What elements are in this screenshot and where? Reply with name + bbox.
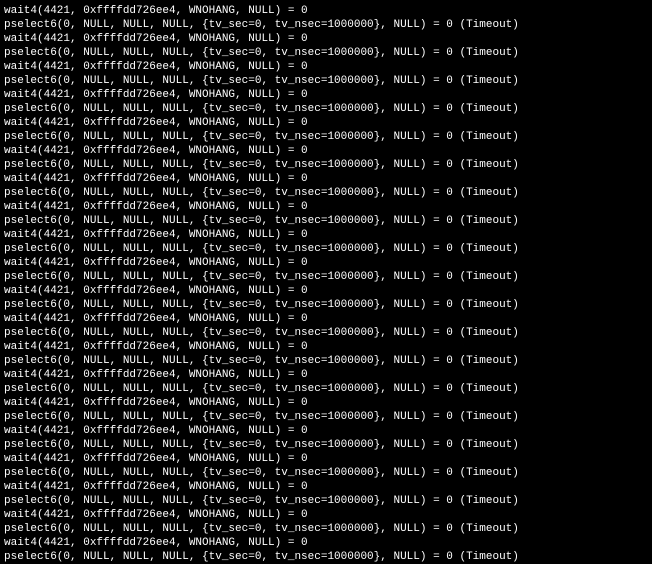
strace-pselect6-line: pselect6(0, NULL, NULL, NULL, {tv_sec=0,… bbox=[4, 522, 648, 536]
strace-wait4-line: wait4(4421, 0xffffdd726ee4, WNOHANG, NUL… bbox=[4, 256, 648, 270]
strace-wait4-line: wait4(4421, 0xffffdd726ee4, WNOHANG, NUL… bbox=[4, 228, 648, 242]
strace-wait4-line: wait4(4421, 0xffffdd726ee4, WNOHANG, NUL… bbox=[4, 508, 648, 522]
strace-wait4-line: wait4(4421, 0xffffdd726ee4, WNOHANG, NUL… bbox=[4, 116, 648, 130]
strace-wait4-line: wait4(4421, 0xffffdd726ee4, WNOHANG, NUL… bbox=[4, 396, 648, 410]
strace-wait4-line: wait4(4421, 0xffffdd726ee4, WNOHANG, NUL… bbox=[4, 340, 648, 354]
strace-wait4-line: wait4(4421, 0xffffdd726ee4, WNOHANG, NUL… bbox=[4, 88, 648, 102]
strace-wait4-line: wait4(4421, 0xffffdd726ee4, WNOHANG, NUL… bbox=[4, 4, 648, 18]
strace-pselect6-line: pselect6(0, NULL, NULL, NULL, {tv_sec=0,… bbox=[4, 494, 648, 508]
strace-wait4-line: wait4(4421, 0xffffdd726ee4, WNOHANG, NUL… bbox=[4, 60, 648, 74]
strace-pselect6-line: pselect6(0, NULL, NULL, NULL, {tv_sec=0,… bbox=[4, 102, 648, 116]
strace-pselect6-line: pselect6(0, NULL, NULL, NULL, {tv_sec=0,… bbox=[4, 410, 648, 424]
strace-pselect6-line: pselect6(0, NULL, NULL, NULL, {tv_sec=0,… bbox=[4, 298, 648, 312]
strace-wait4-line: wait4(4421, 0xffffdd726ee4, WNOHANG, NUL… bbox=[4, 368, 648, 382]
strace-pselect6-line: pselect6(0, NULL, NULL, NULL, {tv_sec=0,… bbox=[4, 74, 648, 88]
strace-wait4-line: wait4(4421, 0xffffdd726ee4, WNOHANG, NUL… bbox=[4, 200, 648, 214]
strace-pselect6-line: pselect6(0, NULL, NULL, NULL, {tv_sec=0,… bbox=[4, 158, 648, 172]
strace-pselect6-line: pselect6(0, NULL, NULL, NULL, {tv_sec=0,… bbox=[4, 242, 648, 256]
strace-pselect6-line: pselect6(0, NULL, NULL, NULL, {tv_sec=0,… bbox=[4, 438, 648, 452]
strace-pselect6-line: pselect6(0, NULL, NULL, NULL, {tv_sec=0,… bbox=[4, 186, 648, 200]
strace-pselect6-line: pselect6(0, NULL, NULL, NULL, {tv_sec=0,… bbox=[4, 270, 648, 284]
strace-pselect6-line: pselect6(0, NULL, NULL, NULL, {tv_sec=0,… bbox=[4, 130, 648, 144]
strace-pselect6-line: pselect6(0, NULL, NULL, NULL, {tv_sec=0,… bbox=[4, 382, 648, 396]
strace-pselect6-line: pselect6(0, NULL, NULL, NULL, {tv_sec=0,… bbox=[4, 18, 648, 32]
strace-pselect6-line: pselect6(0, NULL, NULL, NULL, {tv_sec=0,… bbox=[4, 466, 648, 480]
terminal-output: wait4(4421, 0xffffdd726ee4, WNOHANG, NUL… bbox=[4, 4, 648, 564]
strace-pselect6-line: pselect6(0, NULL, NULL, NULL, {tv_sec=0,… bbox=[4, 354, 648, 368]
strace-wait4-line: wait4(4421, 0xffffdd726ee4, WNOHANG, NUL… bbox=[4, 172, 648, 186]
strace-pselect6-line: pselect6(0, NULL, NULL, NULL, {tv_sec=0,… bbox=[4, 214, 648, 228]
strace-pselect6-line: pselect6(0, NULL, NULL, NULL, {tv_sec=0,… bbox=[4, 550, 648, 564]
strace-wait4-line: wait4(4421, 0xffffdd726ee4, WNOHANG, NUL… bbox=[4, 32, 648, 46]
strace-wait4-line: wait4(4421, 0xffffdd726ee4, WNOHANG, NUL… bbox=[4, 452, 648, 466]
strace-wait4-line: wait4(4421, 0xffffdd726ee4, WNOHANG, NUL… bbox=[4, 312, 648, 326]
strace-wait4-line: wait4(4421, 0xffffdd726ee4, WNOHANG, NUL… bbox=[4, 284, 648, 298]
strace-wait4-line: wait4(4421, 0xffffdd726ee4, WNOHANG, NUL… bbox=[4, 424, 648, 438]
strace-wait4-line: wait4(4421, 0xffffdd726ee4, WNOHANG, NUL… bbox=[4, 144, 648, 158]
strace-pselect6-line: pselect6(0, NULL, NULL, NULL, {tv_sec=0,… bbox=[4, 326, 648, 340]
strace-pselect6-line: pselect6(0, NULL, NULL, NULL, {tv_sec=0,… bbox=[4, 46, 648, 60]
strace-wait4-line: wait4(4421, 0xffffdd726ee4, WNOHANG, NUL… bbox=[4, 536, 648, 550]
strace-wait4-line: wait4(4421, 0xffffdd726ee4, WNOHANG, NUL… bbox=[4, 480, 648, 494]
